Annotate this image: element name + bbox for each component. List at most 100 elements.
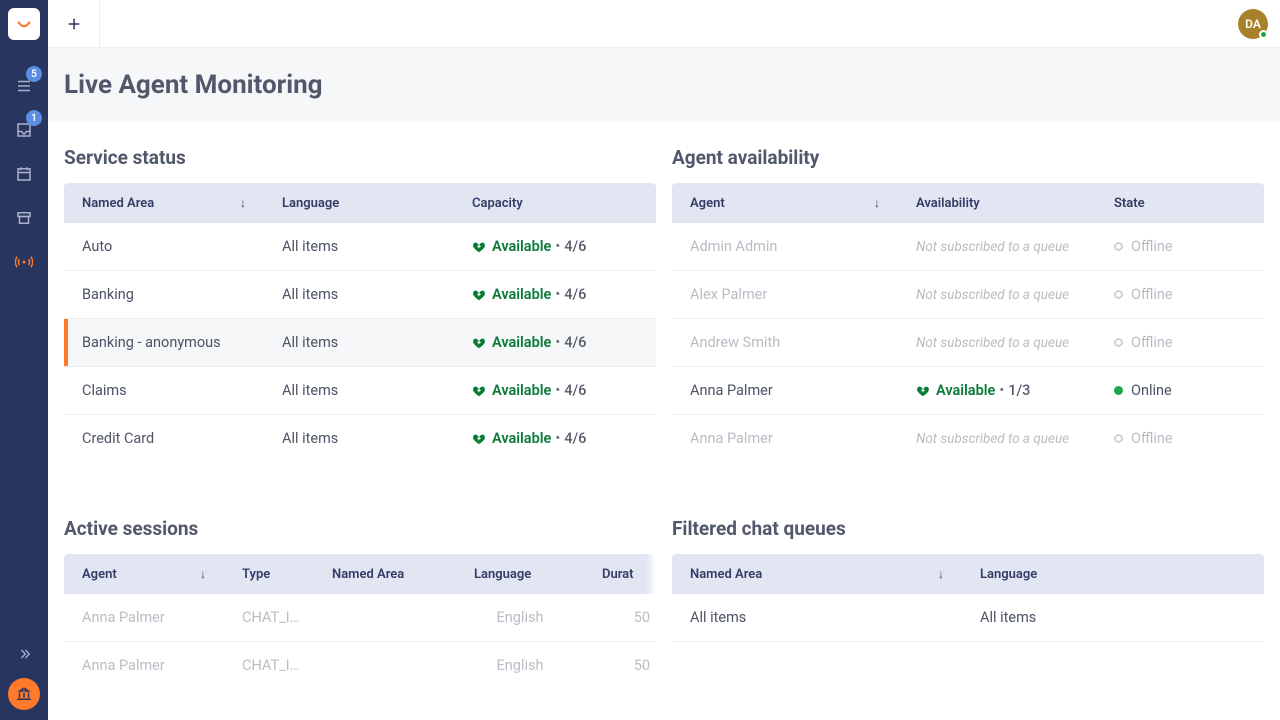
avatar[interactable]: DA	[1238, 9, 1268, 39]
table-row[interactable]: Anna PalmerNot subscribed to a queueOffl…	[672, 415, 1264, 463]
cell-state: Offline	[1096, 334, 1264, 351]
cell-state: Offline	[1096, 430, 1264, 447]
cell-named-area: Banking - anonymous	[64, 334, 264, 351]
table-row[interactable]: Anna PalmerCHAT_I… English50	[64, 594, 656, 642]
cell-capacity: Available•4/6	[454, 286, 656, 303]
sidebar-list-icon[interactable]: 5	[8, 70, 40, 102]
cell-state: Online	[1096, 382, 1264, 399]
cell-duration: 50	[584, 609, 656, 626]
filtered-queues-panel: Filtered chat queues Named Area↓ Languag…	[672, 517, 1264, 720]
app-logo[interactable]	[8, 8, 40, 40]
sidebar-calendar-icon[interactable]	[8, 158, 40, 190]
cell-language: All items	[264, 334, 454, 351]
cell-language: All items	[264, 238, 454, 255]
sidebar: 5 1 $	[0, 0, 48, 720]
sort-arrow-icon: ↓	[240, 196, 246, 210]
cell-agent: Anna Palmer	[64, 609, 224, 626]
col-availability[interactable]: Availability	[898, 183, 1096, 223]
cell-duration: 50	[584, 657, 656, 674]
heart-plus-icon	[472, 336, 486, 350]
col-agent[interactable]: Agent↓	[64, 554, 224, 594]
cell-capacity: Available•4/6	[454, 382, 656, 399]
cell-type: CHAT_I…	[224, 657, 314, 674]
main: DA Live Agent Monitoring Service status …	[48, 0, 1280, 720]
col-type[interactable]: Type	[224, 554, 314, 594]
sidebar-inbox-icon[interactable]: 1	[8, 114, 40, 146]
bank-icon: $	[15, 685, 33, 703]
table-row[interactable]: BankingAll itemsAvailable•4/6	[64, 271, 656, 319]
col-language[interactable]: Language	[456, 554, 584, 594]
page-header: Live Agent Monitoring	[48, 48, 1280, 122]
heart-plus-icon	[472, 432, 486, 446]
table-row[interactable]: Alex PalmerNot subscribed to a queueOffl…	[672, 271, 1264, 319]
table-header: Named Area↓ Language Capacity	[64, 183, 656, 223]
sort-arrow-icon: ↓	[874, 196, 880, 210]
table-row[interactable]: Credit CardAll itemsAvailable•4/6	[64, 415, 656, 463]
sidebar-archive-icon[interactable]	[8, 202, 40, 234]
table-row[interactable]: Banking - anonymousAll itemsAvailable•4/…	[64, 319, 656, 367]
table-header: Agent↓ Type Named Area Language Durat	[64, 554, 656, 594]
table-row[interactable]: All itemsAll items	[672, 594, 1264, 642]
plus-icon	[65, 15, 83, 33]
col-capacity[interactable]: Capacity	[454, 183, 656, 223]
panel-title: Filtered chat queues	[672, 517, 1264, 540]
col-state[interactable]: State	[1096, 183, 1264, 223]
smile-icon	[15, 15, 33, 33]
cell-language: English	[456, 657, 584, 674]
cell-agent: Andrew Smith	[672, 334, 898, 351]
panel-title: Service status	[64, 146, 656, 169]
col-duration[interactable]: Durat	[584, 554, 656, 594]
cell-availability: Not subscribed to a queue	[898, 239, 1096, 255]
svg-text:$: $	[23, 687, 25, 692]
agent-availability-panel: Agent availability Agent↓ Availability S…	[672, 146, 1264, 493]
cell-named-area: Banking	[64, 286, 264, 303]
cell-capacity: Available•4/6	[454, 430, 656, 447]
cell-state: Offline	[1096, 238, 1264, 255]
cell-agent: Anna Palmer	[672, 430, 898, 447]
cell-language: All items	[264, 430, 454, 447]
sidebar-broadcast-icon[interactable]	[8, 246, 40, 278]
state-dot-icon	[1114, 242, 1123, 251]
cell-capacity: Available•4/6	[454, 238, 656, 255]
active-sessions-panel: Active sessions Agent↓ Type Named Area L…	[64, 517, 656, 720]
state-dot-icon	[1114, 338, 1123, 347]
table-row[interactable]: AutoAll itemsAvailable•4/6	[64, 223, 656, 271]
cell-state: Offline	[1096, 286, 1264, 303]
org-switcher[interactable]: $	[8, 678, 40, 710]
sort-arrow-icon: ↓	[938, 567, 944, 581]
new-tab-button[interactable]	[48, 0, 100, 48]
col-agent[interactable]: Agent↓	[672, 183, 898, 223]
cell-language: All items	[962, 609, 1264, 626]
col-language[interactable]: Language	[962, 554, 1264, 594]
cell-language: English	[456, 609, 584, 626]
cell-language: All items	[264, 382, 454, 399]
table-row[interactable]: Anna PalmerAvailable•1/3Online	[672, 367, 1264, 415]
table-row[interactable]: ClaimsAll itemsAvailable•4/6	[64, 367, 656, 415]
sort-arrow-icon: ↓	[200, 567, 206, 581]
page-title: Live Agent Monitoring	[64, 70, 1264, 100]
cell-availability: Not subscribed to a queue	[898, 287, 1096, 303]
cell-capacity: Available•4/6	[454, 334, 656, 351]
cell-named-area: Credit Card	[64, 430, 264, 447]
col-language[interactable]: Language	[264, 183, 454, 223]
state-dot-icon	[1114, 434, 1123, 443]
status-dot-icon	[1259, 30, 1268, 39]
col-named-area[interactable]: Named Area↓	[672, 554, 962, 594]
cell-type: CHAT_I…	[224, 609, 314, 626]
col-named-area[interactable]: Named Area	[314, 554, 456, 594]
table-header: Named Area↓ Language	[672, 554, 1264, 594]
cell-named-area: Auto	[64, 238, 264, 255]
sidebar-badge: 1	[26, 110, 42, 126]
table-row[interactable]: Admin AdminNot subscribed to a queueOffl…	[672, 223, 1264, 271]
cell-agent: Anna Palmer	[64, 657, 224, 674]
table-row[interactable]: Anna PalmerCHAT_I… English50	[64, 642, 656, 690]
cell-availability: Not subscribed to a queue	[898, 335, 1096, 351]
avatar-initials: DA	[1245, 17, 1261, 31]
heart-plus-icon	[472, 384, 486, 398]
state-dot-icon	[1114, 290, 1123, 299]
cell-agent: Anna Palmer	[672, 382, 898, 399]
sidebar-badge: 5	[26, 66, 42, 82]
table-row[interactable]: Andrew SmithNot subscribed to a queueOff…	[672, 319, 1264, 367]
sidebar-expand-button[interactable]	[8, 638, 40, 670]
col-named-area[interactable]: Named Area↓	[64, 183, 264, 223]
